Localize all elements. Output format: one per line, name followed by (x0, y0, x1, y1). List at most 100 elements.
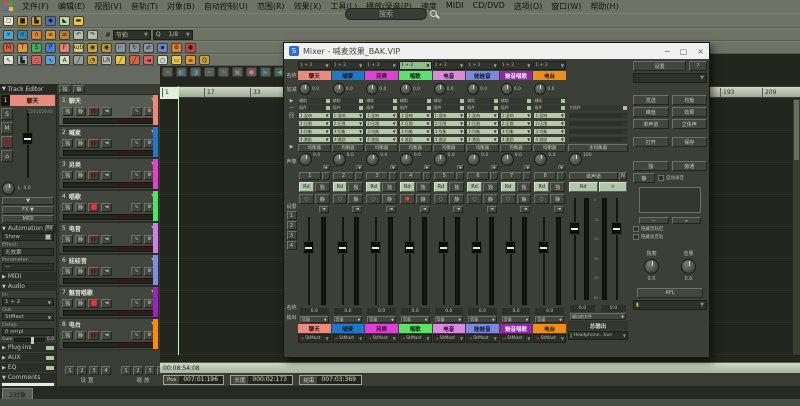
track-row[interactable]: 2 喊麦 ▼ 独 静 ◄ ∿ ⚙ (58, 126, 159, 158)
pan-knob[interactable] (366, 153, 379, 166)
channel-output-select[interactable]: →StMast▼ (433, 334, 466, 343)
track-row[interactable]: 1 聊天 ▼ 独 静 ◄ ∿ ⚙ (58, 94, 159, 126)
rail-slot-mark[interactable]: 回 (285, 112, 298, 119)
track-automation-button[interactable]: ∿ (131, 235, 142, 244)
aux-row[interactable]: 辅助 (399, 98, 432, 104)
dim-button[interactable]: ☼ (599, 182, 628, 192)
channel-mute-button[interactable]: 静 (315, 194, 330, 204)
channel-solo-button[interactable]: 独 (348, 182, 363, 192)
fx-slot-4[interactable]: 4:激励▼ (500, 136, 533, 143)
gain-knob[interactable] (366, 83, 378, 95)
midi-section-header[interactable]: ▶MIDI (0, 272, 56, 281)
track-volume-bar[interactable] (63, 310, 154, 316)
channel-input-select[interactable]: 1 + 2▼ (466, 61, 499, 70)
channel-fader[interactable] (399, 215, 432, 307)
channel-fader[interactable] (298, 215, 331, 307)
gain-knob[interactable] (299, 83, 311, 95)
plugins-section-header[interactable]: ▶Plug-ins (0, 343, 56, 352)
automation-section-header[interactable]: ▼AutomationRd (0, 224, 56, 233)
mute-button[interactable]: M (1, 122, 13, 134)
fx-slot-2[interactable]: 2:压限▼ (466, 120, 499, 127)
gain-knob[interactable] (467, 83, 479, 95)
stereo-panel-button[interactable]: 立体声 (672, 119, 708, 129)
length-value[interactable]: 000:02:173 (248, 376, 292, 384)
fx-slot-1[interactable]: 1:混响▼ (533, 112, 566, 119)
gain-knob[interactable] (534, 83, 546, 95)
crossfade-x-icon[interactable]: × (3, 30, 14, 40)
open-button[interactable]: 打开 (633, 137, 669, 147)
fx-slot-1[interactable]: 1:混响▼ (466, 112, 499, 119)
track-solo-button[interactable]: 独 (62, 203, 73, 212)
channel-output-select[interactable]: →StMast▼ (500, 334, 533, 343)
undo-icon[interactable]: ↶ (73, 30, 84, 40)
track-mute-button[interactable]: 静 (75, 331, 86, 340)
track-solo-button[interactable]: 独 (62, 107, 73, 116)
volume-knob[interactable] (681, 259, 696, 274)
channel-output-select[interactable]: →StMast▼ (466, 334, 499, 343)
fx-slot-1[interactable]: 1:混响▼ (298, 112, 331, 119)
pan-mode-icon[interactable]: ▼ (558, 165, 565, 170)
cd2-icon[interactable]: ◉ (101, 43, 112, 53)
track-monitor-button[interactable]: ◄ (101, 299, 112, 308)
solo-knob[interactable] (644, 259, 659, 274)
channel-mute-button[interactable]: 静 (416, 194, 431, 204)
pan-knob[interactable] (400, 153, 413, 166)
channel-record-button[interactable]: ○ (366, 194, 381, 204)
channel-name[interactable]: 另类 (365, 71, 398, 80)
snap-grid-icon[interactable]: # (105, 31, 111, 39)
track-row[interactable]: 3 另类 ▼ 独 静 ◄ ∿ ⚙ (58, 158, 159, 190)
all-solo-button[interactable]: 独 (59, 85, 71, 93)
speaker-icon[interactable]: ◄ (386, 206, 396, 213)
menu-item[interactable]: 音轨(T) (131, 1, 158, 12)
channel-name[interactable]: 电音 (433, 71, 466, 80)
automation-mode-select[interactable]: 音量▼ (334, 316, 363, 323)
channel-name[interactable]: 唱歌 (399, 71, 432, 80)
rd-button[interactable]: Rd (333, 182, 348, 192)
track-row[interactable]: 8 电台 ▼ 独 静 ◄ ∿ ⚙ (58, 318, 159, 350)
panel-mute-button[interactable]: 静 (633, 173, 655, 183)
rail-eq-mark[interactable]: ▶ (285, 143, 298, 151)
channel-name[interactable]: 娃娃音 (466, 71, 499, 80)
track-automation-button[interactable]: ∿ (131, 203, 142, 212)
channel-input-select[interactable]: 1 + 2▼ (332, 61, 365, 70)
mono-button[interactable]: 单声道 (569, 172, 618, 180)
pan-knob[interactable] (333, 153, 346, 166)
pan-knob[interactable] (467, 153, 480, 166)
fade-editor-icon[interactable]: ▬ (73, 16, 84, 26)
channel-record-button[interactable]: ○ (467, 194, 482, 204)
redo-icon[interactable]: ↷ (87, 30, 98, 40)
channel-name-bottom[interactable]: 喊麦 (332, 324, 365, 333)
track-record-button[interactable] (88, 107, 99, 116)
audio-out-select[interactable]: StMast▼ (2, 313, 54, 321)
gain-knob[interactable] (501, 83, 513, 95)
peak-button[interactable]: 峰值 (633, 107, 669, 117)
mute-mode-icon[interactable]: M (3, 43, 14, 53)
track-mute-button[interactable]: 静 (75, 107, 86, 116)
save-button[interactable]: 保存 (672, 137, 708, 147)
master-rd-button[interactable]: Rd (569, 182, 598, 192)
gain-slider[interactable] (14, 338, 44, 342)
record-arm-button[interactable] (1, 136, 13, 148)
aux-section-header[interactable]: ▶AUX (0, 353, 56, 362)
eq-panel-button[interactable]: 均衡 (672, 95, 708, 105)
fx-slot-1[interactable]: 1:混响▼ (399, 112, 432, 119)
plugin-row[interactable]: 插件 (332, 105, 365, 111)
channel-name[interactable]: 魅音唱歌 (500, 71, 533, 80)
rd-button[interactable]: Rd (534, 182, 549, 192)
track-solo-button[interactable]: 独 (62, 235, 73, 244)
plugin-row[interactable]: 插件 (365, 105, 398, 111)
track-volume-bar[interactable] (63, 214, 154, 220)
gain-knob[interactable] (400, 83, 412, 95)
channel-input-select[interactable]: 1 + 2▼ (533, 61, 566, 70)
channel-mute-button[interactable]: 静 (348, 194, 363, 204)
save-icon[interactable]: ◆ (45, 16, 56, 26)
gain-knob[interactable] (333, 83, 345, 95)
channel-fader[interactable] (466, 215, 499, 307)
channel-number[interactable]: 2 (333, 172, 355, 180)
track-monitor-button[interactable]: ◄ (101, 235, 112, 244)
magnify-icon[interactable]: ○ (157, 55, 168, 65)
track-mute-button[interactable]: 静 (75, 203, 86, 212)
setup-snapshot-button[interactable]: 2 (77, 366, 87, 375)
fx-slot-3[interactable]: 3:均衡▼ (433, 128, 466, 135)
automation-mode-select[interactable]: 音量▼ (367, 316, 396, 323)
